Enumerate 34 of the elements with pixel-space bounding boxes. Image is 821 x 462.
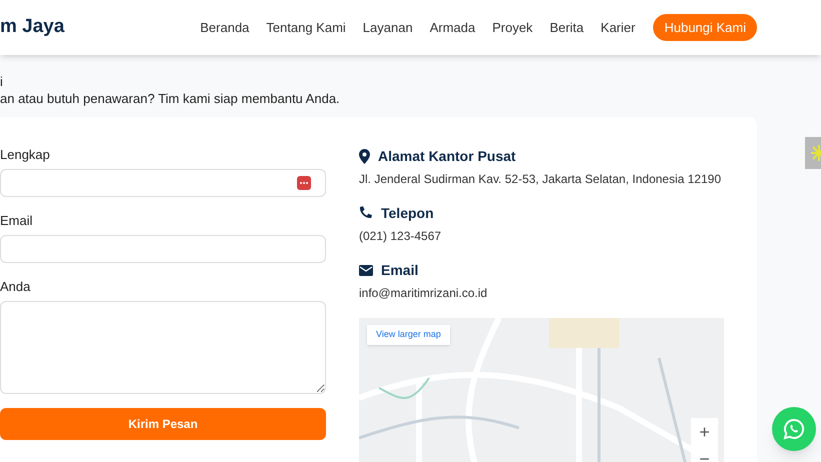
contact-detail: info@maritimrizani.co.id (359, 285, 488, 301)
zoom-in-button[interactable]: + (691, 418, 718, 445)
contact-heading: Telepon (381, 204, 434, 222)
asterisk-icon (809, 143, 821, 163)
field-label: Lengkap (0, 147, 51, 163)
phone-icon (359, 206, 373, 220)
whatsapp-button[interactable] (772, 407, 816, 451)
nav-link[interactable]: Beranda (200, 18, 250, 38)
page-subtitle: an atau butuh penawaran? Tim kami siap membantu Anda. (0, 90, 341, 107)
page-title: i (0, 73, 4, 90)
view-larger-map-link[interactable]: View larger map (367, 325, 450, 344)
contact-heading: Alamat Kantor Pusat (378, 147, 516, 165)
field-label: Anda (0, 279, 32, 295)
whatsapp-icon (782, 417, 806, 441)
envelope-icon (359, 264, 373, 276)
nav-link[interactable]: Proyek (492, 18, 533, 38)
nav-link[interactable]: Armada (430, 18, 476, 38)
logo-text[interactable]: m Jaya (0, 13, 64, 42)
password-manager-icon[interactable] (297, 176, 311, 190)
zoom-out-button[interactable]: − (691, 445, 718, 462)
nav-link[interactable]: Berita (550, 18, 584, 38)
nav-link[interactable]: Tentang Kami (266, 18, 346, 38)
contact-detail: (021) 123-4567 (359, 228, 442, 244)
nav-link[interactable]: Karier (600, 18, 636, 38)
contact-detail: Jl. Jenderal Sudirman Kav. 52-53, Jakarta Selatan, Indonesia 12190 (359, 171, 722, 187)
message-field[interactable] (0, 301, 326, 394)
location-pin-icon (359, 148, 370, 164)
side-widget[interactable] (805, 137, 821, 169)
input-field[interactable] (0, 169, 326, 197)
contact-heading: Email (381, 261, 418, 279)
nav-link[interactable]: Layanan (362, 18, 413, 38)
input-field[interactable] (0, 235, 326, 263)
field-label: Email (0, 213, 34, 229)
map-placeholder[interactable]: View larger map + − (359, 318, 724, 462)
